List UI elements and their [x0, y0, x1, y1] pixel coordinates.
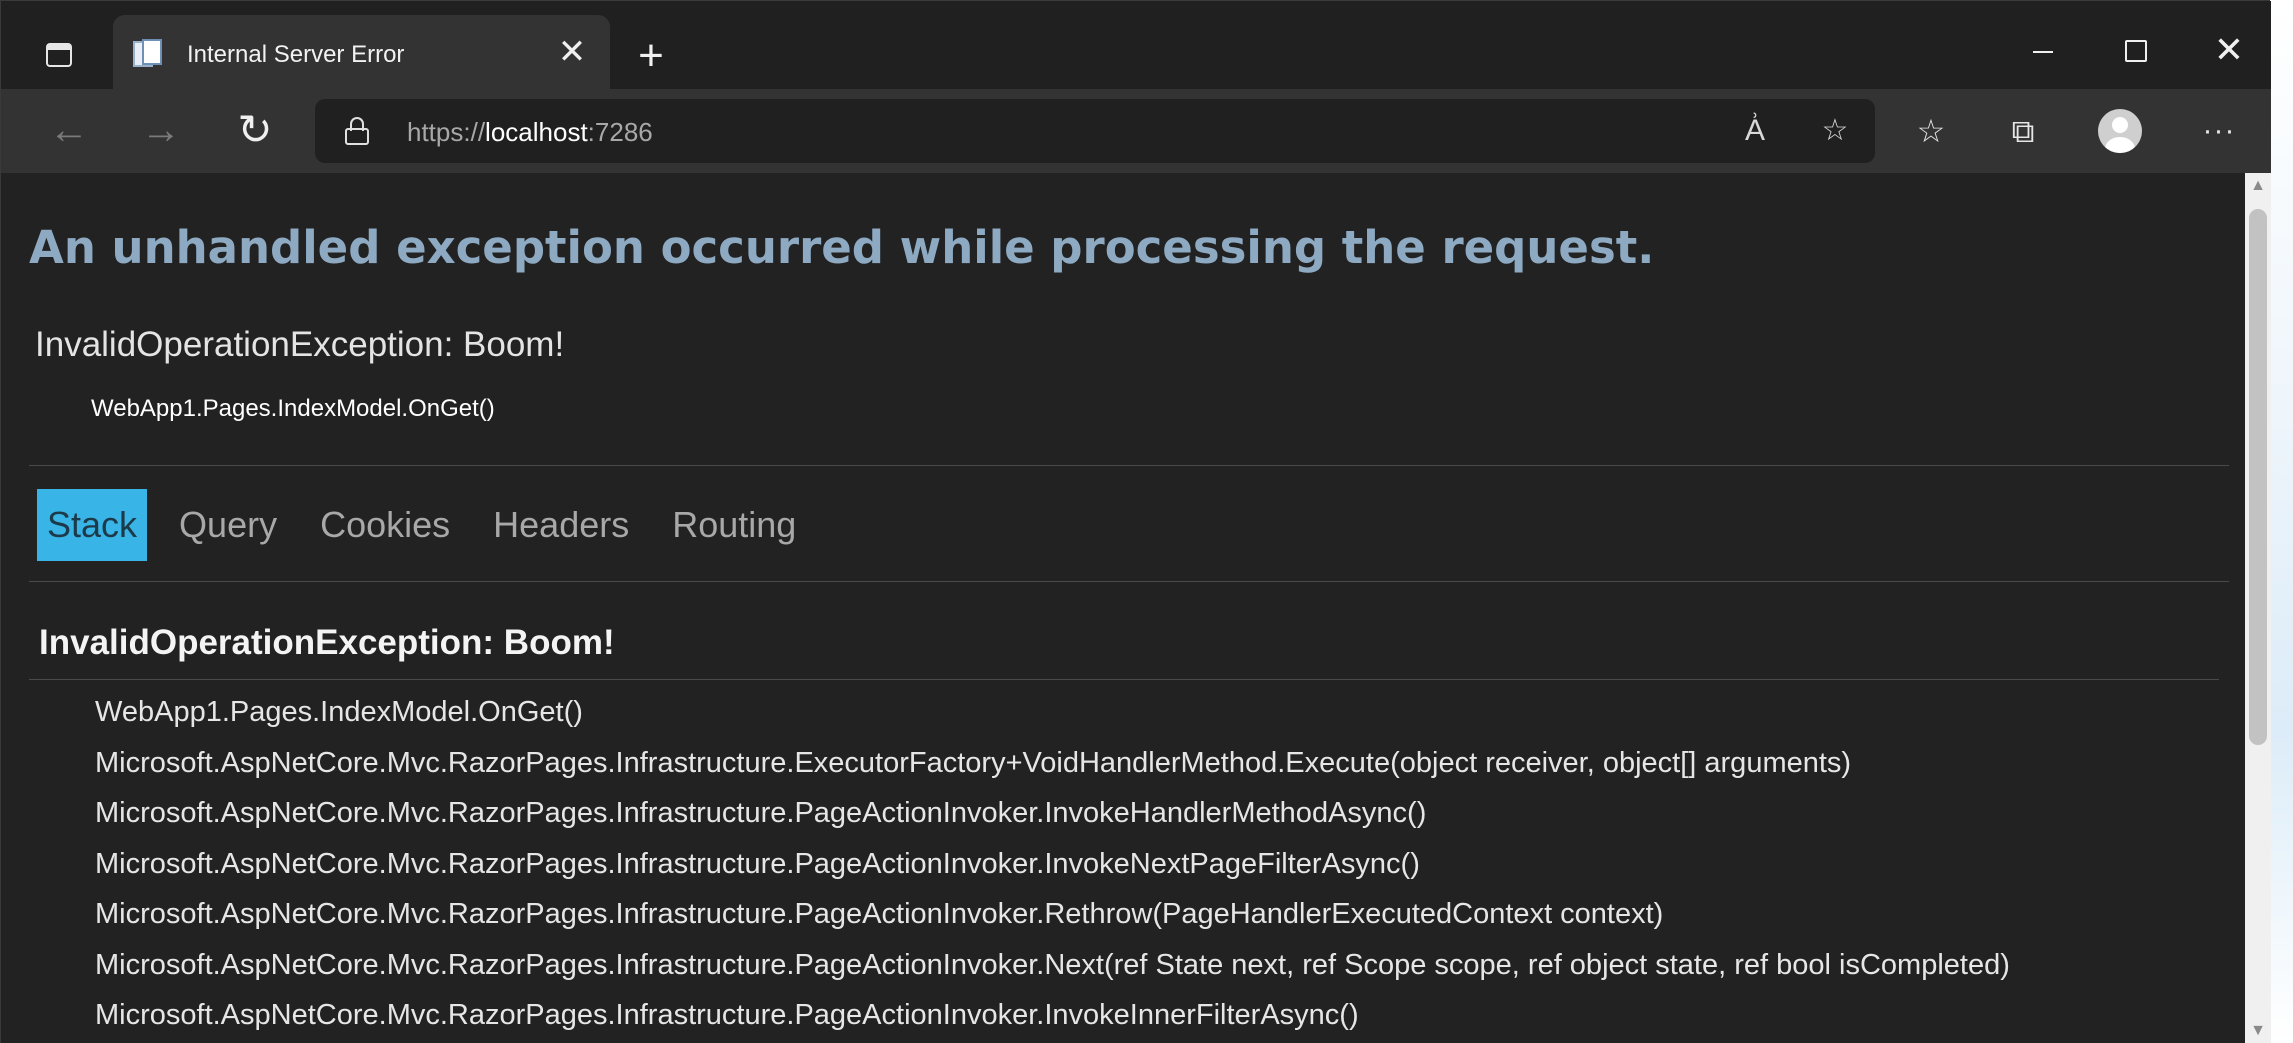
window-close-icon[interactable]: ✕: [2199, 25, 2259, 75]
tab-cookies[interactable]: Cookies: [310, 489, 469, 561]
vertical-scrollbar[interactable]: ▲ ▼: [2245, 173, 2271, 1043]
lock-icon[interactable]: [345, 117, 369, 145]
exception-location: WebApp1.Pages.IndexModel.OnGet(): [91, 395, 495, 422]
back-arrow-icon[interactable]: ←: [41, 103, 97, 159]
scroll-thumb[interactable]: [2249, 209, 2267, 745]
scroll-up-icon[interactable]: ▲: [2245, 173, 2271, 199]
url-text[interactable]: https://localhost:7286: [407, 117, 653, 148]
address-bar[interactable]: https://localhost:7286 A͗ ☆: [315, 99, 1875, 163]
page-favicon-icon: [133, 39, 163, 69]
stack-frame[interactable]: Microsoft.AspNetCore.Mvc.RazorPages.Infr…: [95, 889, 2010, 940]
stack-heading: InvalidOperationException: Boom!: [39, 623, 615, 662]
tab-query[interactable]: Query: [169, 489, 296, 561]
scroll-down-icon[interactable]: ▼: [2245, 1018, 2271, 1043]
tab-headers[interactable]: Headers: [483, 489, 648, 561]
read-aloud-icon[interactable]: A͗: [1735, 113, 1775, 149]
forward-arrow-icon[interactable]: →: [133, 103, 189, 159]
stack-frame[interactable]: WebApp1.Pages.IndexModel.OnGet(): [95, 687, 2010, 738]
url-scheme: https://: [407, 117, 486, 147]
stack-frame[interactable]: Microsoft.AspNetCore.Mvc.RazorPages.Infr…: [95, 839, 2010, 890]
refresh-icon[interactable]: ↻: [227, 103, 283, 159]
tab-actions-icon[interactable]: [37, 33, 81, 77]
add-favorite-icon[interactable]: ☆: [1815, 113, 1855, 149]
browser-window: Internal Server Error ✕ + ✕ ← → ↻ https:…: [0, 0, 2271, 1043]
tab-close-icon[interactable]: ✕: [557, 35, 587, 69]
favorites-icon[interactable]: ☆: [1909, 109, 1953, 153]
tab-strip: Internal Server Error ✕ + ✕: [1, 1, 2271, 89]
page-title: An unhandled exception occurred while pr…: [29, 221, 1655, 274]
desktop-backdrop: [2270, 0, 2293, 1043]
more-icon[interactable]: ···: [2197, 109, 2241, 153]
stack-frame-list: WebApp1.Pages.IndexModel.OnGet() Microso…: [95, 687, 2010, 1041]
stack-frame[interactable]: Microsoft.AspNetCore.Mvc.RazorPages.Infr…: [95, 788, 2010, 839]
exception-summary: InvalidOperationException: Boom!: [35, 325, 565, 364]
stack-frame[interactable]: Microsoft.AspNetCore.Mvc.RazorPages.Infr…: [95, 990, 2010, 1041]
new-tab-icon[interactable]: +: [631, 34, 671, 78]
url-port: :7286: [587, 117, 653, 147]
divider: [29, 679, 2219, 680]
maximize-icon[interactable]: [2105, 25, 2165, 75]
stack-frame[interactable]: Microsoft.AspNetCore.Mvc.RazorPages.Infr…: [95, 738, 2010, 789]
tab-routing[interactable]: Routing: [662, 489, 815, 561]
browser-toolbar: ← → ↻ https://localhost:7286 A͗ ☆ ☆ ⧉ ··…: [1, 89, 2271, 173]
page-content: An unhandled exception occurred while pr…: [1, 173, 2245, 1043]
minimize-icon[interactable]: [2013, 25, 2073, 75]
url-host: localhost: [485, 117, 588, 147]
tab-title: Internal Server Error: [187, 41, 405, 68]
stack-frame[interactable]: Microsoft.AspNetCore.Mvc.RazorPages.Infr…: [95, 940, 2010, 991]
browser-tab[interactable]: Internal Server Error ✕: [113, 15, 610, 89]
tab-stack[interactable]: Stack: [37, 489, 148, 561]
error-tabs: Stack Query Cookies Headers Routing: [37, 489, 829, 561]
avatar: [2098, 109, 2142, 153]
divider: [29, 581, 2229, 582]
collections-icon[interactable]: ⧉: [2001, 109, 2045, 153]
profile-icon[interactable]: [2097, 109, 2142, 153]
divider: [29, 465, 2229, 466]
